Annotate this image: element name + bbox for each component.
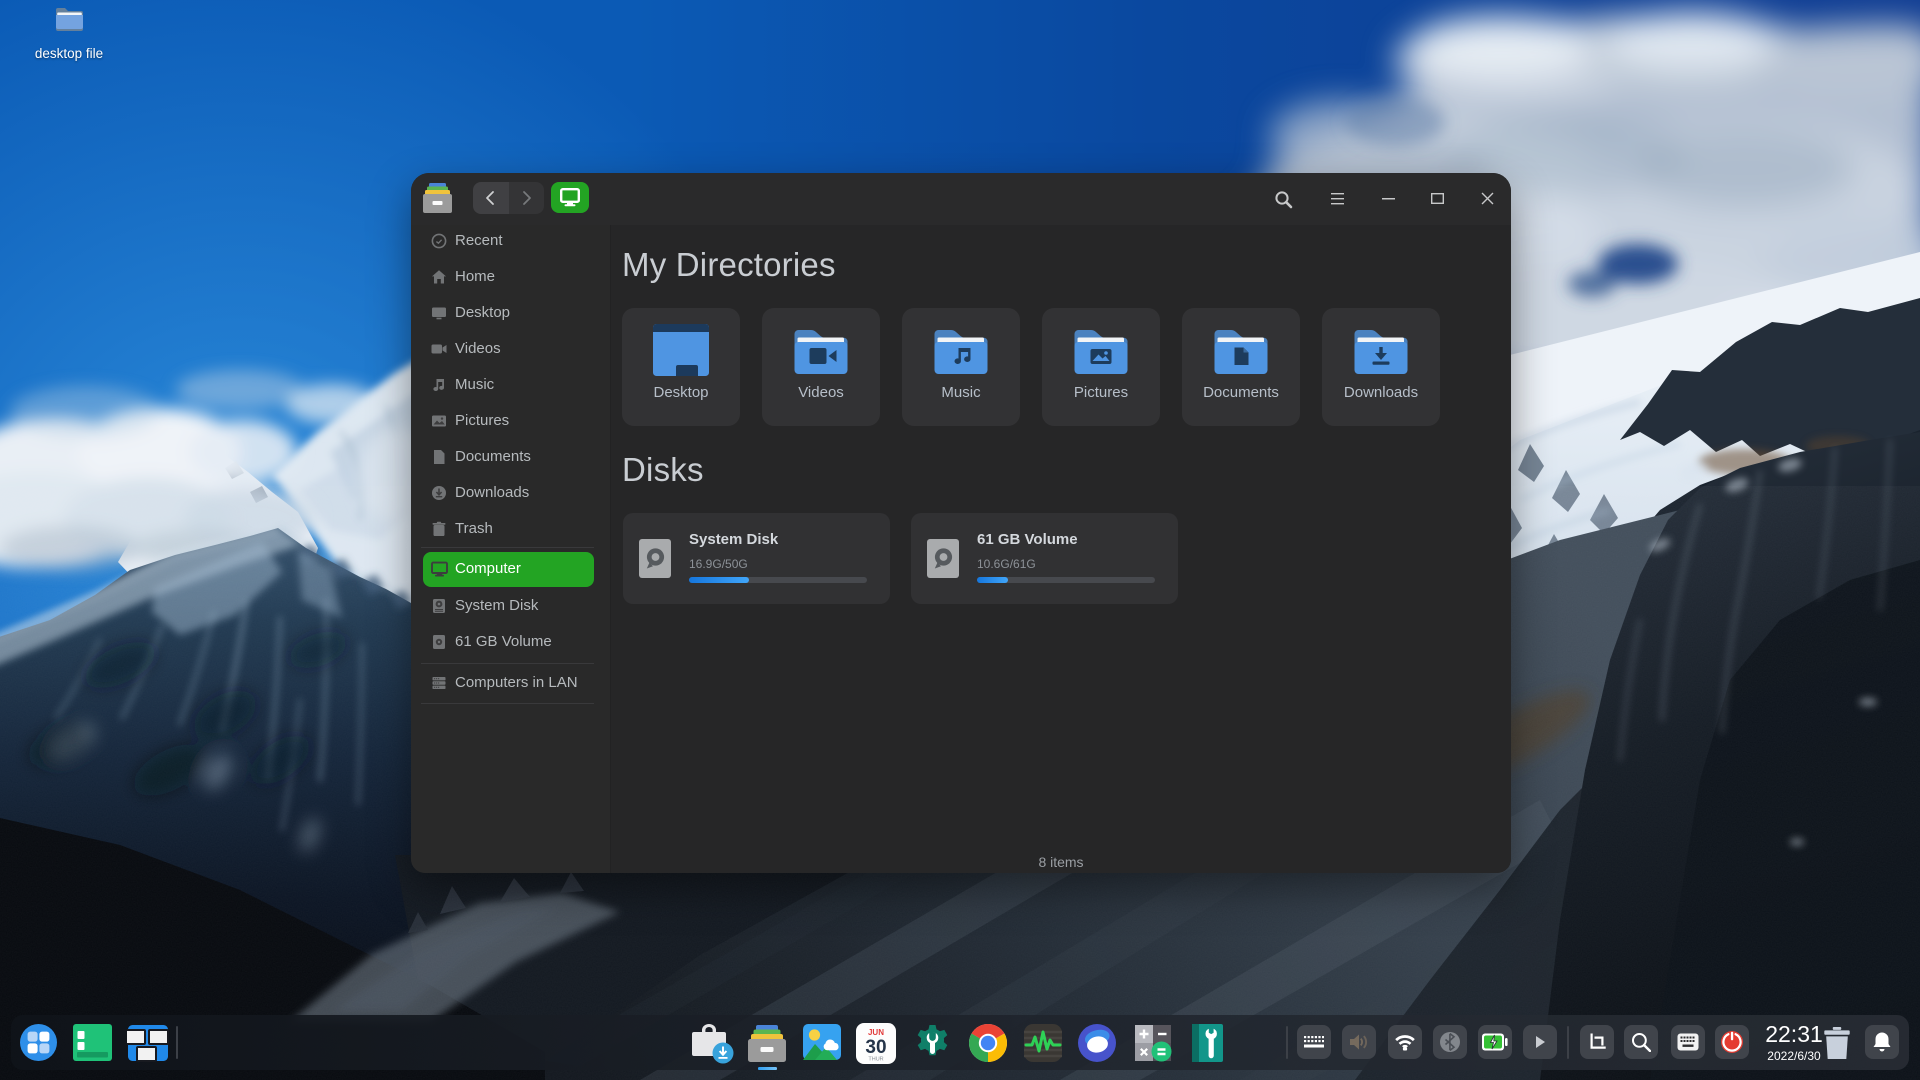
svg-text:30: 30 (865, 1037, 886, 1058)
svg-text:JUN: JUN (868, 1028, 884, 1037)
svg-text:THUR: THUR (868, 1057, 883, 1063)
